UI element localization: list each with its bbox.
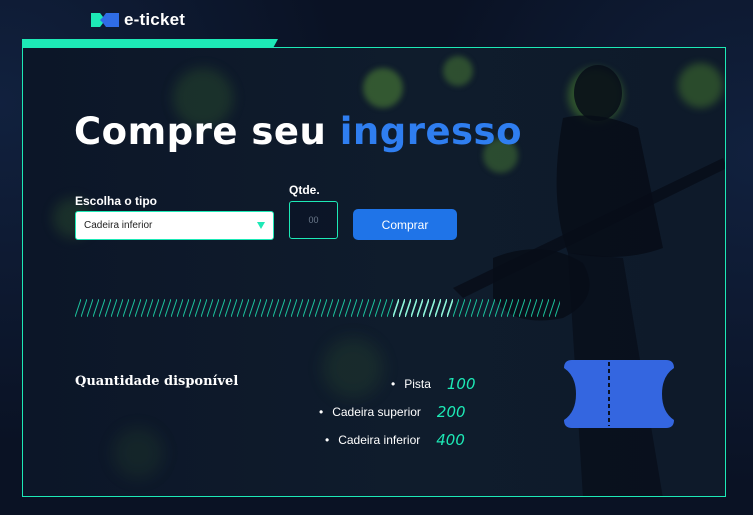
site-header: e-ticket [90, 8, 185, 32]
ticket-icon [564, 360, 674, 428]
ticket-type-selected: Cadeira inferior [84, 220, 153, 231]
availability-value: 200 [436, 403, 466, 421]
availability-name: Cadeira superior [332, 405, 421, 419]
bokeh-light [363, 68, 403, 108]
bullet: • [319, 405, 324, 419]
chevron-down-icon [257, 222, 265, 229]
availability-title: Quantidade disponível [75, 374, 239, 389]
bokeh-light [568, 68, 623, 123]
bullet: • [325, 433, 330, 447]
availability-item-cadeira-superior: • Cadeira superior 200 [319, 403, 753, 421]
qty-label: Qtde. [289, 183, 320, 197]
brand-name[interactable]: e-ticket [124, 10, 185, 30]
availability-value: 400 [436, 431, 465, 449]
type-label: Escolha o tipo [75, 194, 158, 208]
availability-item-cadeira-inferior: • Cadeira inferior 400 [325, 431, 753, 449]
hatched-divider [75, 299, 560, 317]
quantity-input[interactable]: 00 [289, 201, 338, 239]
availability-value: 100 [446, 375, 476, 393]
bokeh-light [443, 56, 473, 86]
availability-name: Pista [404, 377, 431, 391]
availability-name: Cadeira inferior [338, 433, 421, 447]
title-accent: ingresso [339, 110, 523, 153]
page-title: Compre seu ingresso [74, 110, 522, 153]
bokeh-light [323, 338, 383, 398]
title-main: Compre seu [74, 110, 327, 153]
ticket-logo-icon[interactable] [90, 10, 120, 30]
ticket-type-select[interactable]: Cadeira inferior [75, 211, 274, 240]
quantity-placeholder: 00 [308, 215, 319, 225]
bokeh-light [113, 428, 163, 478]
bullet: • [391, 377, 396, 391]
bokeh-light [678, 63, 723, 108]
buy-button[interactable]: Comprar [353, 209, 457, 240]
